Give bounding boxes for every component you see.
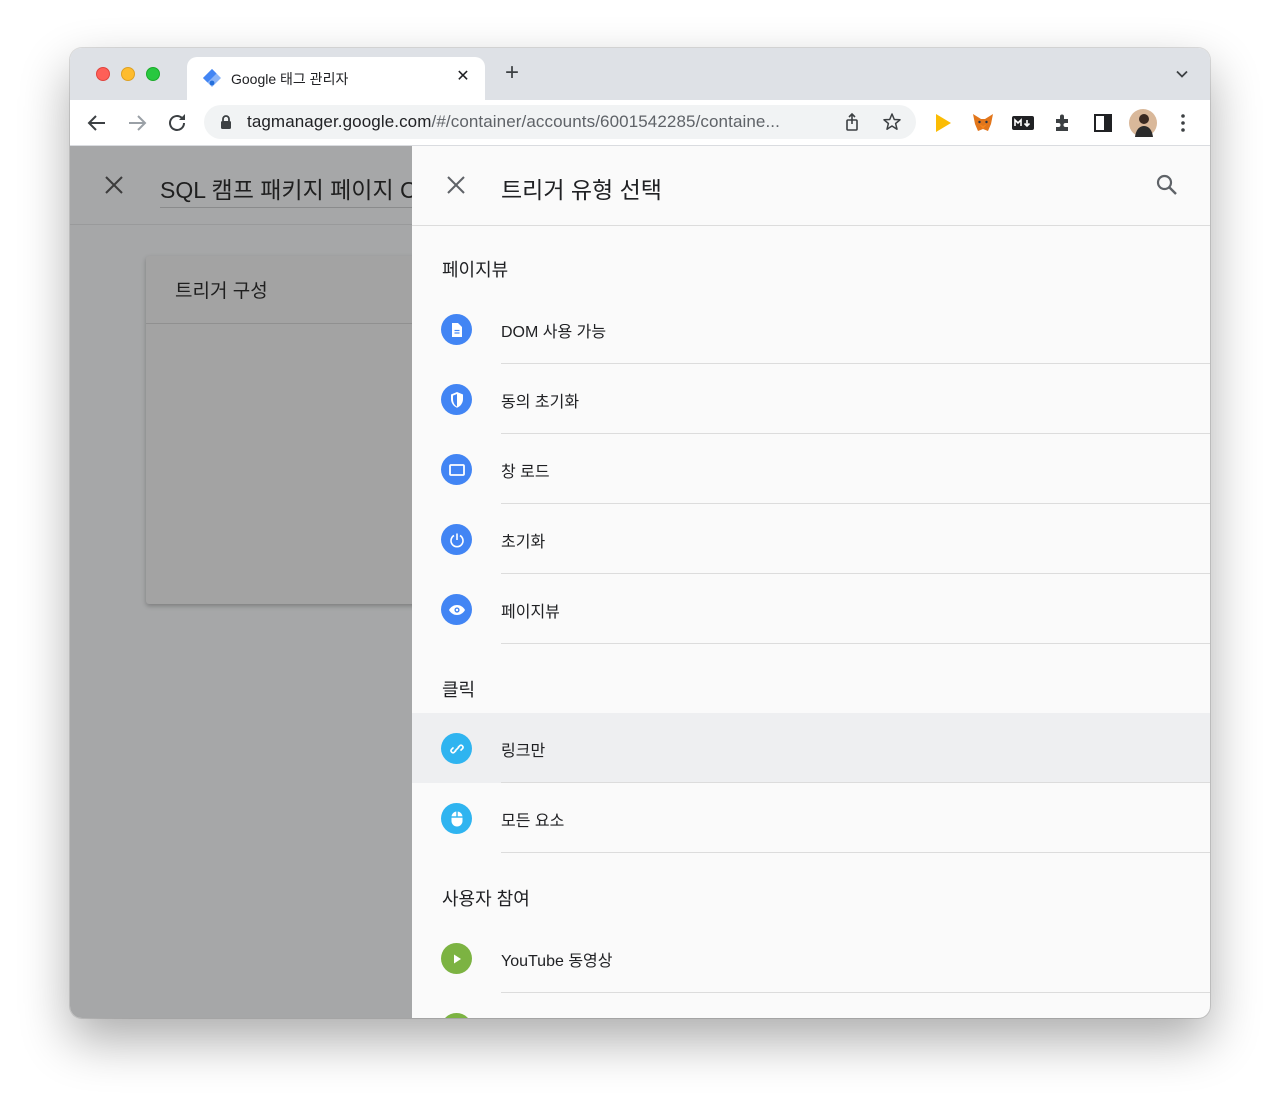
trigger-name-title[interactable]: SQL 캠프 패키지 페이지 C bbox=[160, 171, 417, 205]
lock-icon bbox=[221, 115, 231, 129]
new-tab-button[interactable]: + bbox=[500, 61, 524, 86]
trigger-item-just-links[interactable]: 링크만 bbox=[412, 713, 1210, 783]
trigger-item-pageview[interactable]: 페이지뷰 bbox=[412, 574, 1210, 644]
trigger-item-label: YouTube 동영상 bbox=[501, 953, 613, 970]
document-icon bbox=[441, 314, 472, 345]
page-content: SQL 캠프 패키지 페이지 C 트리거 구성 트리거 유형 선택 페이지뷰 D… bbox=[70, 146, 1210, 1018]
trigger-item-dom-ready[interactable]: DOM 사용 가능 bbox=[412, 294, 1210, 364]
mouse-icon bbox=[441, 803, 472, 834]
section-label-click: 클릭 bbox=[442, 680, 476, 700]
power-icon bbox=[441, 524, 472, 555]
shield-icon bbox=[441, 384, 472, 415]
trigger-item-label: 동의 초기화 bbox=[501, 394, 580, 411]
more-menu-icon[interactable] bbox=[1171, 111, 1195, 135]
markdown-icon[interactable] bbox=[1011, 111, 1035, 135]
play-icon bbox=[441, 943, 472, 974]
bookmark-star-icon[interactable] bbox=[882, 112, 902, 132]
url-text: tagmanager.google.com/#/container/accoun… bbox=[247, 112, 780, 132]
card-divider bbox=[146, 323, 426, 324]
trigger-item-label: 초기화 bbox=[501, 534, 546, 551]
chevron-down-icon[interactable] bbox=[1174, 66, 1190, 82]
play-extension-icon[interactable] bbox=[931, 111, 955, 135]
address-bar[interactable]: tagmanager.google.com/#/container/accoun… bbox=[204, 105, 916, 139]
section-label-pageview: 페이지뷰 bbox=[442, 260, 509, 280]
tab-title: Google 태그 관리자 bbox=[231, 71, 349, 87]
url-host: tagmanager.google.com bbox=[247, 112, 432, 131]
divider bbox=[501, 643, 1210, 644]
reload-icon[interactable] bbox=[165, 111, 189, 135]
trigger-item-window-loaded[interactable]: 창 로드 bbox=[412, 434, 1210, 504]
close-window-button[interactable] bbox=[96, 67, 110, 81]
url-path: /#/container/accounts/6001542285/contain… bbox=[431, 112, 780, 131]
close-icon[interactable] bbox=[102, 173, 126, 197]
card-title: 트리거 구성 bbox=[175, 281, 268, 302]
panel-header: 트리거 유형 선택 bbox=[412, 146, 1210, 226]
close-icon[interactable] bbox=[444, 173, 468, 197]
trigger-item-initialization[interactable]: 초기화 bbox=[412, 504, 1210, 574]
background-header: SQL 캠프 패키지 페이지 C bbox=[70, 146, 420, 225]
back-arrow-icon[interactable] bbox=[85, 111, 109, 135]
eye-icon bbox=[441, 594, 472, 625]
trigger-item-label: 창 로드 bbox=[501, 464, 550, 481]
profile-avatar[interactable] bbox=[1129, 109, 1157, 137]
forward-arrow-icon[interactable] bbox=[125, 111, 149, 135]
browser-toolbar: tagmanager.google.com/#/container/accoun… bbox=[70, 100, 1210, 146]
side-panel-icon[interactable] bbox=[1091, 111, 1115, 135]
divider bbox=[501, 852, 1210, 853]
metamask-fox-icon[interactable] bbox=[971, 111, 995, 135]
trigger-item-label: 페이지뷰 bbox=[501, 604, 560, 621]
panel-title: 트리거 유형 선택 bbox=[501, 177, 662, 203]
minimize-window-button[interactable] bbox=[121, 67, 135, 81]
trigger-item-label: 모든 요소 bbox=[501, 813, 565, 830]
section-label-engagement: 사용자 참여 bbox=[442, 889, 530, 909]
browser-window: Google 태그 관리자 ✕ + tagmanager.google.com/… bbox=[70, 48, 1210, 1018]
window-icon bbox=[441, 454, 472, 485]
browser-tab[interactable]: Google 태그 관리자 ✕ bbox=[187, 57, 485, 100]
trigger-type-panel: 트리거 유형 선택 페이지뷰 DOM 사용 가능 동의 초기화 창 로드 초기화… bbox=[412, 146, 1210, 1018]
maximize-window-button[interactable] bbox=[146, 67, 160, 81]
trigger-item-partial[interactable] bbox=[412, 993, 1210, 1018]
extensions-puzzle-icon[interactable] bbox=[1051, 111, 1075, 135]
engagement-icon bbox=[441, 1013, 472, 1018]
share-icon[interactable] bbox=[842, 112, 862, 132]
trigger-item-label: 링크만 bbox=[501, 743, 546, 760]
title-underline bbox=[160, 207, 420, 208]
trigger-item-consent-init[interactable]: 동의 초기화 bbox=[412, 364, 1210, 434]
trigger-item-youtube-video[interactable]: YouTube 동영상 bbox=[412, 923, 1210, 993]
tab-close-icon[interactable]: ✕ bbox=[453, 66, 473, 88]
tag-manager-icon bbox=[203, 69, 221, 87]
trigger-config-card: 트리거 구성 bbox=[146, 256, 426, 604]
trigger-item-label: DOM 사용 가능 bbox=[501, 324, 607, 341]
trigger-item-all-elements[interactable]: 모든 요소 bbox=[412, 783, 1210, 853]
tab-strip: Google 태그 관리자 ✕ + bbox=[70, 48, 1210, 100]
link-icon bbox=[441, 733, 472, 764]
search-icon[interactable] bbox=[1154, 172, 1180, 198]
